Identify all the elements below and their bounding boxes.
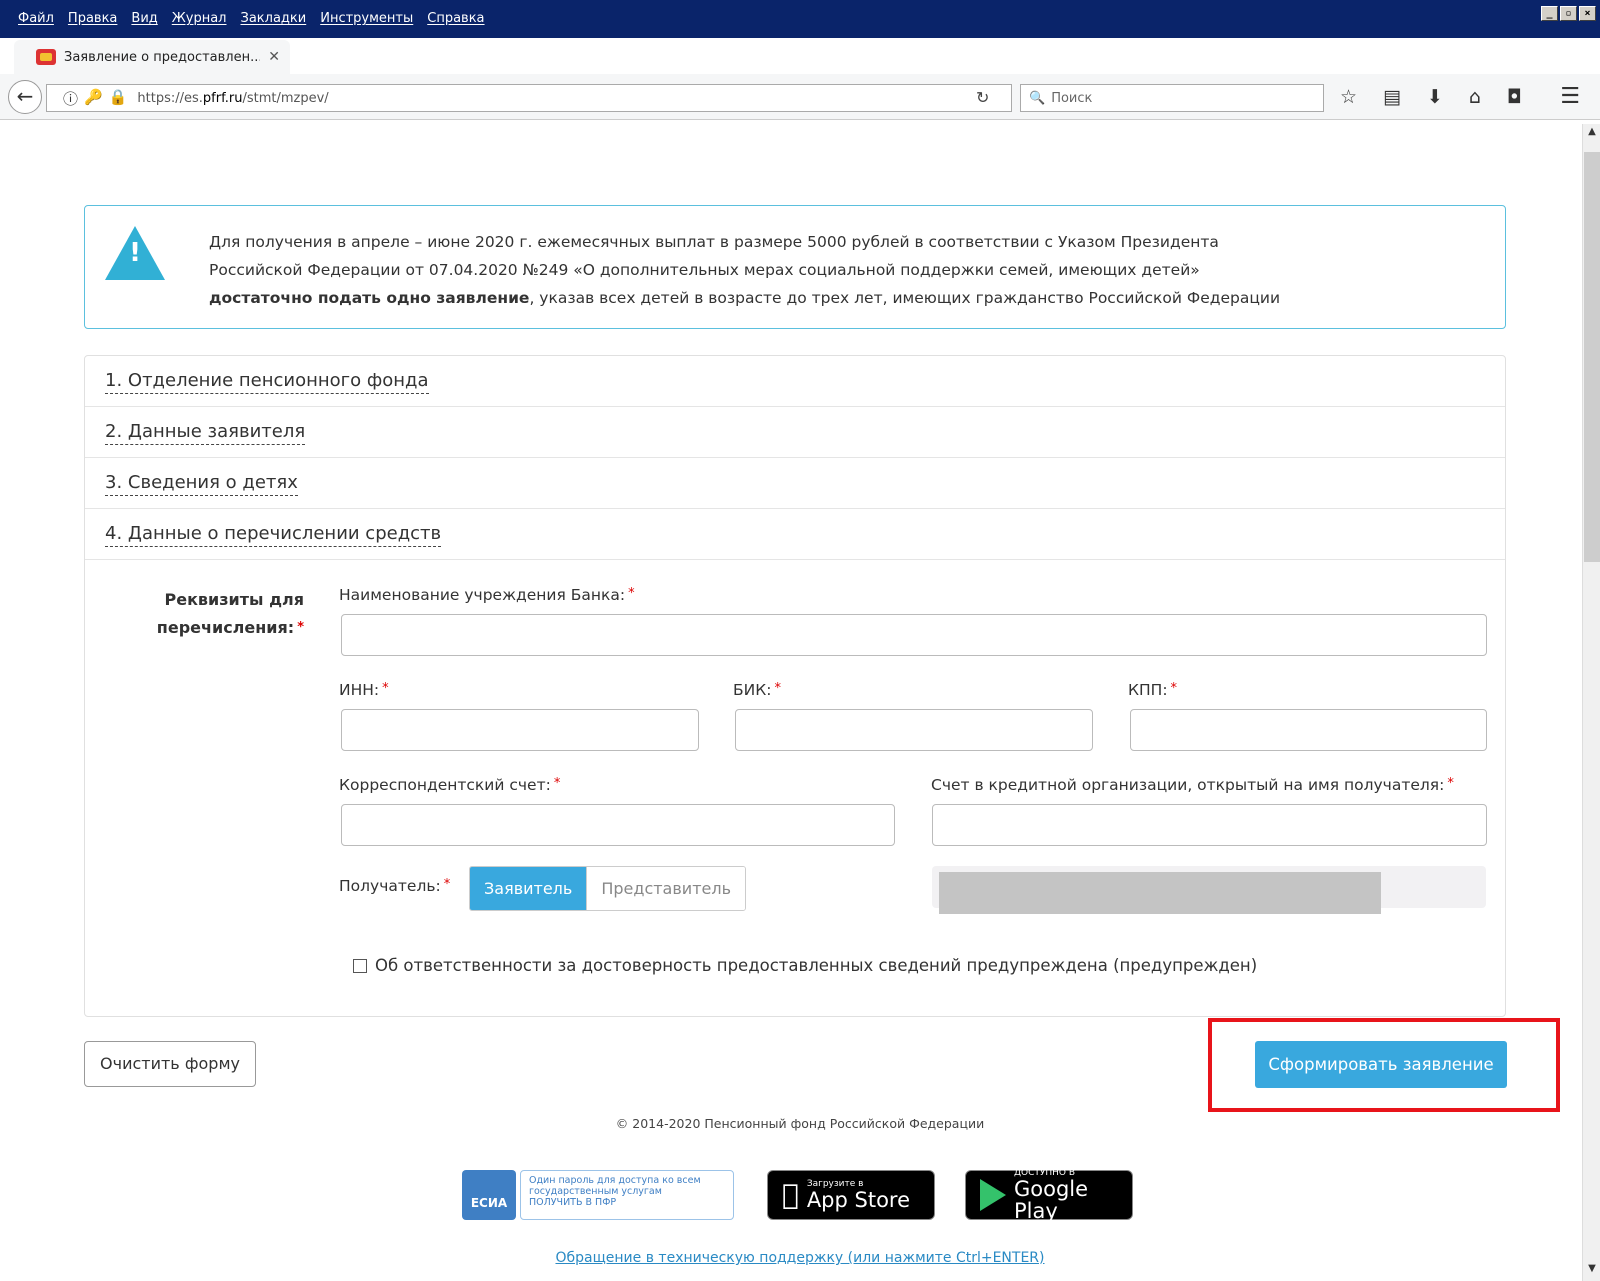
section-title[interactable]: 2. Данные заявителя [105,421,306,445]
menu-view[interactable]: Вид [131,11,157,26]
kpp-label: КПП: * [1128,681,1178,699]
menu-help[interactable]: Справка [427,11,484,26]
bank-name-label: Наименование учреждения Банка: * [339,586,635,604]
info-alert: ! Для получения в апреле – июне 2020 г. … [84,205,1506,329]
corr-account-label: Корреспондентский счет: * [339,776,561,794]
section-pension-office[interactable]: 1. Отделение пенсионного фонда [85,356,1505,407]
google-play-icon [980,1179,1006,1211]
account-label: Счет в кредитной организации, открытый н… [931,776,1454,794]
close-window-button[interactable]: × [1579,6,1596,21]
app-store-badge[interactable]:  Загрузите в App Store [767,1170,935,1220]
redacted-block [939,872,1381,914]
lock-icon: 🔒 [108,87,128,106]
pocket-icon[interactable]: ◘ [1507,86,1522,108]
bik-field[interactable] [735,709,1093,751]
alert-line-1: Для получения в апреле – июне 2020 г. еж… [209,233,1219,251]
esia-logo: ЕСИА [462,1170,516,1220]
copyright: © 2014-2020 Пенсионный фонд Российской Ф… [615,1116,985,1131]
browser-tab[interactable]: Заявление о предоставлен... ✕ [14,40,290,74]
menu-tools[interactable]: Инструменты [320,11,413,26]
url-site-icons: ⓘ 🔑 🔒 [47,88,137,109]
checkbox-label[interactable]: Об ответственности за достоверность пред… [375,956,1257,975]
section-applicant-data[interactable]: 2. Данные заявителя [85,407,1505,458]
tech-support-link[interactable]: Обращение в техническую поддержку (или н… [0,1250,1600,1266]
url-text: https://es.pfrf.ru/stmt/mzpev/ [137,90,329,106]
menu-history[interactable]: Журнал [172,11,227,26]
minimize-button[interactable]: _ [1541,6,1558,21]
submit-application-button[interactable]: Сформировать заявление [1255,1041,1507,1088]
maximize-button[interactable]: ▫ [1560,6,1577,21]
menu-file[interactable]: Файл [18,11,54,26]
search-placeholder: Поиск [1051,90,1093,106]
bookmark-star-icon[interactable]: ☆ [1340,86,1357,108]
section-title[interactable]: 1. Отделение пенсионного фонда [105,370,429,394]
url-bar[interactable]: ⓘ 🔑 🔒 https://es.pfrf.ru/stmt/mzpev/ [46,84,1012,112]
menu-bar: Файл Правка Вид Журнал Закладки Инструме… [0,0,1600,38]
window-controls: _ ▫ × [1541,6,1596,21]
esia-banner[interactable]: ЕСИА Один пароль для доступа ко всем гос… [462,1170,734,1220]
back-button[interactable]: ← [8,80,42,114]
requisites-label: Реквизиты для перечисления: * [156,590,304,637]
recipient-label: Получатель: * [339,877,451,895]
alert-line-2: Российской Федерации от 07.04.2020 №249 … [209,261,1200,279]
key-icon: 🔑 [84,87,103,106]
vertical-scrollbar[interactable]: ▲ ▼ [1582,124,1600,1281]
kpp-field[interactable] [1130,709,1487,751]
scroll-up-icon[interactable]: ▲ [1583,126,1600,142]
new-tab-icon[interactable]: + [300,42,318,67]
bank-name-field[interactable] [341,614,1487,656]
search-input[interactable]: 🔍 Поиск [1020,84,1324,112]
reading-list-icon[interactable]: ▤ [1383,86,1401,108]
corr-account-field[interactable] [341,804,895,846]
hamburger-menu-icon[interactable]: ☰ [1560,84,1580,109]
menu-bookmarks[interactable]: Закладки [241,11,307,26]
scroll-thumb[interactable] [1584,152,1600,562]
inn-label: ИНН: * [339,681,389,699]
esia-text: Один пароль для доступа ко всем государс… [520,1170,734,1220]
responsibility-checkbox[interactable] [353,958,367,973]
apple-icon:  [782,1181,799,1209]
menu-edit[interactable]: Правка [68,11,117,26]
section-title[interactable]: 3. Сведения о детях [105,472,298,496]
section-title[interactable]: 4. Данные о перечислении средств [105,523,442,547]
info-icon[interactable]: ⓘ [63,88,78,109]
navigation-bar: ← ⓘ 🔑 🔒 https://es.pfrf.ru/stmt/mzpev/ ↻… [0,74,1600,120]
search-icon: 🔍 [1029,90,1046,106]
tab-close-icon[interactable]: ✕ [268,49,280,65]
pfr-favicon-icon [36,49,56,65]
account-field[interactable] [932,804,1487,846]
responsibility-checkbox-row[interactable]: Об ответственности за достоверность пред… [353,956,1257,975]
bik-label: БИК: * [733,681,781,699]
download-icon[interactable]: ⬇ [1427,86,1443,108]
reload-icon[interactable]: ↻ [976,88,989,107]
menu-items: Файл Правка Вид Журнал Закладки Инструме… [18,11,485,26]
recipient-representative-button[interactable]: Представитель [586,867,746,910]
application-form-panel: 1. Отделение пенсионного фонда 2. Данные… [84,355,1506,1017]
toolbar-icons: ☆ ▤ ⬇ ⌂ ◘ [1340,86,1522,108]
home-icon[interactable]: ⌂ [1469,86,1481,108]
recipient-toggle: Заявитель Представитель [469,866,747,911]
inn-field[interactable] [341,709,699,751]
warning-icon: ! [105,226,165,280]
section-children-info[interactable]: 3. Сведения о детях [85,458,1505,509]
tab-title: Заявление о предоставлен... [64,49,261,65]
recipient-applicant-button[interactable]: Заявитель [470,867,587,910]
alert-line-3: достаточно подать одно заявление, указав… [209,289,1281,307]
clear-form-button[interactable]: Очистить форму [84,1041,256,1087]
section-transfer-data[interactable]: 4. Данные о перечислении средств [85,509,1505,560]
google-play-badge[interactable]: ДОСТУПНО В Google Play [965,1168,1133,1222]
alert-text: Для получения в апреле – июне 2020 г. еж… [209,228,1479,312]
